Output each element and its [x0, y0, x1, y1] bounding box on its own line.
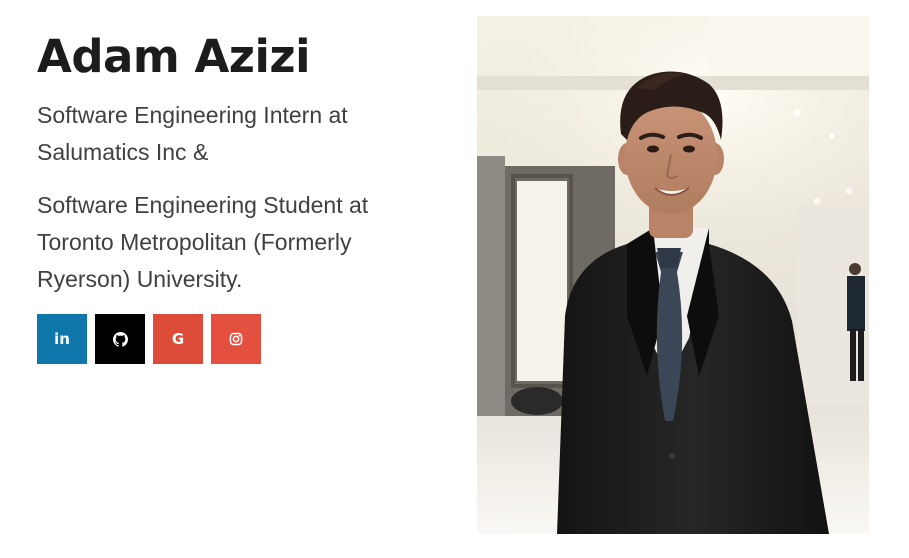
github-button[interactable] — [95, 314, 145, 364]
instagram-button[interactable] — [211, 314, 261, 364]
instagram-icon — [229, 332, 243, 346]
google-button[interactable]: G — [153, 314, 203, 364]
linkedin-icon: in — [54, 329, 70, 348]
bio-intern: Software Engineering Intern at Salumatic… — [37, 102, 348, 165]
google-icon: G — [171, 329, 185, 348]
profile-photo — [477, 16, 869, 534]
github-icon — [112, 331, 128, 347]
linkedin-button[interactable]: in — [37, 314, 87, 364]
bio-student: Software Engineering Student at Toronto … — [37, 192, 369, 292]
social-links: in G — [37, 314, 261, 364]
profile-name: Adam Azizi — [37, 30, 311, 83]
portrait-photo — [477, 16, 869, 534]
profile-intro: Adam Azizi Software Engineering Intern a… — [37, 26, 437, 298]
